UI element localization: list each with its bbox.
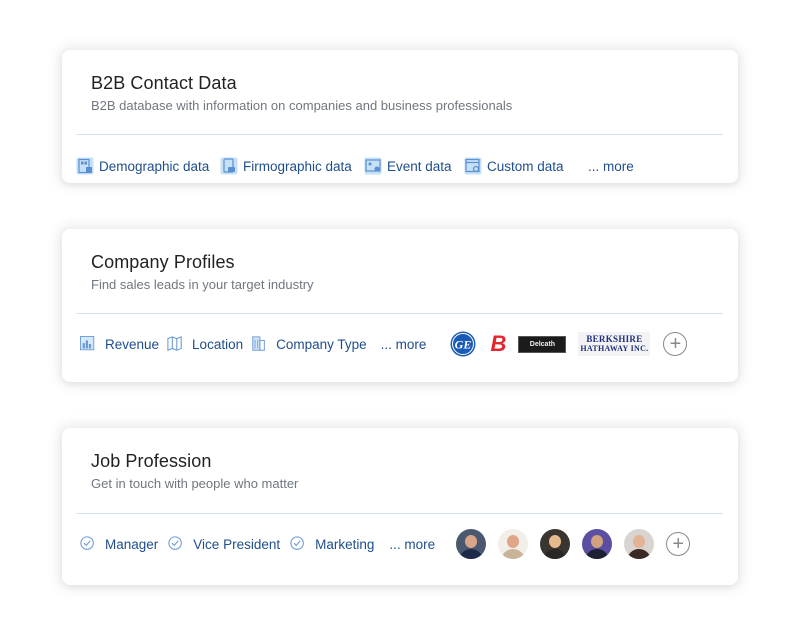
feature-label: Demographic data <box>99 158 210 174</box>
card-title: Job Profession <box>91 451 212 471</box>
check-circle-icon <box>168 536 183 550</box>
feature-location[interactable]: Location <box>167 336 243 352</box>
demographic-data-icon <box>76 157 94 175</box>
divider <box>76 513 723 514</box>
feature-list: Demographic data Firmographic data Event… <box>76 155 634 177</box>
avatar-head <box>633 535 646 548</box>
b-logo-text: B <box>490 331 507 356</box>
divider <box>76 134 723 135</box>
company-profiles-card[interactable]: Company Profiles Find sales leads in you… <box>62 229 738 382</box>
feature-manager[interactable]: Manager <box>80 536 158 552</box>
avatar-head <box>591 535 604 548</box>
b2b-contact-data-card[interactable]: B2B Contact Data B2B database with infor… <box>62 50 738 183</box>
berkshire-hathaway-logo[interactable]: BERKSHIRE HATHAWAY INC. <box>578 332 651 356</box>
avatar[interactable] <box>456 529 487 559</box>
feature-marketing[interactable]: Marketing <box>290 536 374 552</box>
card-subtitle: Get in touch with people who matter <box>91 476 299 491</box>
more-link[interactable]: ... more <box>389 537 435 552</box>
ge-logo[interactable]: GE <box>450 331 476 357</box>
add-person-button[interactable]: + <box>666 532 691 556</box>
avatar[interactable] <box>624 529 655 559</box>
avatar[interactable] <box>582 529 613 559</box>
feature-label: Event data <box>387 158 452 174</box>
feature-vice-president[interactable]: Vice President <box>168 536 280 552</box>
b-logo[interactable]: B <box>488 331 508 357</box>
feature-event-data[interactable]: Event data <box>364 157 464 175</box>
more-link[interactable]: ... more <box>588 159 634 174</box>
card-title: B2B Contact Data <box>91 73 237 93</box>
feature-list: Revenue Location Company Type ... more G… <box>80 331 688 357</box>
feature-label: Revenue <box>105 336 160 352</box>
feature-label: Vice President <box>193 536 281 552</box>
feature-label: Marketing <box>315 536 375 552</box>
delcath-logo-text: Delcath <box>529 340 556 348</box>
feature-label: Custom data <box>487 158 564 174</box>
feature-list: Manager Vice President Marketing ... mor… <box>80 529 691 559</box>
feature-label: Manager <box>105 536 159 552</box>
avatar-body <box>501 549 526 559</box>
avatar-body <box>585 549 610 559</box>
avatar-head <box>507 535 520 548</box>
firmographic-data-icon <box>220 157 238 175</box>
more-link[interactable]: ... more <box>381 337 427 352</box>
avatar-head <box>465 535 478 548</box>
feature-company-type[interactable]: Company Type <box>251 336 367 352</box>
map-icon <box>167 336 182 352</box>
avatar-body <box>543 549 568 559</box>
avatar[interactable] <box>540 529 571 559</box>
avatar-head <box>549 535 562 548</box>
feature-label: Location <box>192 336 244 352</box>
feature-label: Firmographic data <box>243 158 352 174</box>
svg-text:GE: GE <box>455 338 472 352</box>
event-data-icon <box>364 157 382 175</box>
plus-icon: + <box>669 333 682 355</box>
feature-firmographic-data[interactable]: Firmographic data <box>220 157 364 175</box>
card-subtitle: Find sales leads in your target industry <box>91 277 314 292</box>
check-circle-icon <box>290 536 304 550</box>
revenue-chart-icon <box>80 336 95 351</box>
card-title: Company Profiles <box>91 252 235 272</box>
ge-logo-icon: GE <box>450 331 476 357</box>
plus-icon: + <box>672 533 684 555</box>
building-icon <box>252 336 265 351</box>
card-subtitle: B2B database with information on compani… <box>91 98 513 113</box>
avatar-body <box>627 549 652 559</box>
add-company-button[interactable]: + <box>663 332 688 356</box>
divider <box>76 313 723 314</box>
berkshire-line2: HATHAWAY INC. <box>580 344 649 353</box>
avatar[interactable] <box>498 529 529 559</box>
job-profession-card[interactable]: Job Profession Get in touch with people … <box>62 428 738 585</box>
check-circle-icon <box>80 536 94 550</box>
feature-revenue[interactable]: Revenue <box>80 336 159 352</box>
avatar-body <box>459 549 484 559</box>
feature-demographic-data[interactable]: Demographic data <box>76 157 220 175</box>
feature-label: Company Type <box>276 336 367 352</box>
berkshire-line1: BERKSHIRE <box>586 334 643 344</box>
delcath-logo[interactable]: Delcath <box>518 335 567 353</box>
custom-data-icon <box>464 157 482 175</box>
avatar-list <box>456 529 655 559</box>
feature-custom-data[interactable]: Custom data <box>464 157 588 175</box>
